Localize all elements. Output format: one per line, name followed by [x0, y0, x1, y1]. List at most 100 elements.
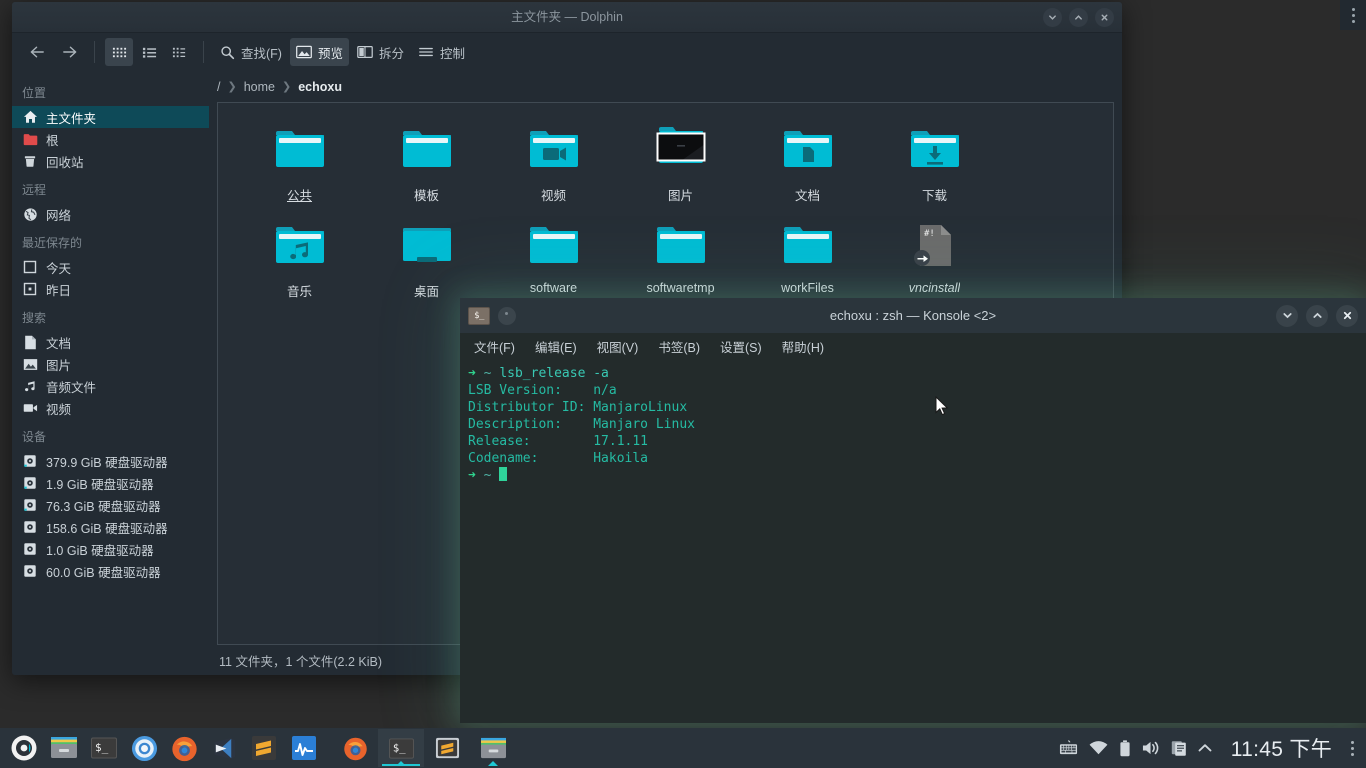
sublime-icon[interactable]: [244, 728, 284, 768]
dolphin-minimize-button[interactable]: [1043, 8, 1062, 27]
file-item-public[interactable]: 公共: [236, 117, 363, 213]
chevron-right-icon: ❯: [281, 81, 292, 93]
konsole-titlebar[interactable]: $_ echoxu : zsh — Konsole <2>: [460, 298, 1366, 333]
task-manager[interactable]: $_: [332, 729, 516, 767]
dolphin-close-button[interactable]: [1095, 8, 1114, 27]
preview-button[interactable]: 预览: [289, 38, 349, 66]
clock[interactable]: 11:45 下午: [1231, 733, 1332, 763]
shell-script-symlink-icon: #!: [903, 217, 967, 275]
file-item-workfiles[interactable]: workFiles: [744, 213, 871, 309]
vscode-icon[interactable]: [204, 728, 244, 768]
file-grid[interactable]: 公共 模板 视频 图片 文档 下载 音乐 桌面 software softwar…: [218, 103, 1113, 309]
manjaro-menu-icon[interactable]: [4, 728, 44, 768]
breadcrumb-current[interactable]: echoxu: [298, 80, 342, 94]
sidebar-item-audio[interactable]: 音频文件: [12, 375, 209, 397]
menu-edit[interactable]: 编辑(E): [525, 335, 587, 358]
sidebar-item-drive-1[interactable]: 1.9 GiB 硬盘驱动器: [12, 472, 209, 494]
task-sublime[interactable]: [424, 729, 470, 767]
monitor-icon[interactable]: [284, 728, 324, 768]
battery-icon[interactable]: [1119, 739, 1131, 757]
sidebar-item-drive-4[interactable]: 1.0 GiB 硬盘驱动器: [12, 538, 209, 560]
menu-help[interactable]: 帮助(H): [772, 335, 834, 358]
sidebar-item-label: 1.0 GiB 硬盘驱动器: [46, 543, 154, 558]
red-folder-icon: [22, 131, 38, 147]
file-label: software: [529, 281, 578, 295]
konsole-maximize-button[interactable]: [1306, 304, 1328, 327]
file-item-videos[interactable]: 视频: [490, 117, 617, 213]
konsole-menubar[interactable]: 文件(F) 编辑(E) 视图(V) 书签(B) 设置(S) 帮助(H): [460, 333, 1366, 359]
sidebar-item-drive-0[interactable]: 379.9 GiB 硬盘驱动器: [12, 450, 209, 472]
details-view-button[interactable]: [135, 38, 163, 66]
wifi-icon[interactable]: [1089, 740, 1108, 756]
chromium-icon[interactable]: [124, 728, 164, 768]
sidebar-item-today[interactable]: 今天: [12, 256, 209, 278]
sidebar-item-label: 图片: [46, 358, 72, 373]
launcher-area[interactable]: $_: [0, 728, 324, 768]
file-item-vncinstall[interactable]: #! vncinstall: [871, 213, 998, 309]
konsole-window[interactable]: $_ echoxu : zsh — Konsole <2> 文件(F) 编辑(E…: [460, 298, 1366, 723]
sidebar-item-network[interactable]: 网络: [12, 203, 209, 225]
clipboard-icon[interactable]: [1171, 740, 1187, 757]
folder-icon: [395, 121, 459, 179]
dolphin-titlebar[interactable]: 主文件夹 — Dolphin: [12, 2, 1122, 33]
file-item-templates[interactable]: 模板: [363, 117, 490, 213]
compact-view-button[interactable]: [165, 38, 193, 66]
menu-view[interactable]: 视图(V): [587, 335, 649, 358]
panel-kebab-icon[interactable]: [1347, 740, 1358, 756]
firefox-icon[interactable]: [164, 728, 204, 768]
menu-settings[interactable]: 设置(S): [710, 335, 772, 358]
file-item-software[interactable]: software: [490, 213, 617, 309]
control-button[interactable]: 控制: [412, 38, 471, 66]
dolphin-maximize-button[interactable]: [1069, 8, 1088, 27]
show-hidden-arrow-icon[interactable]: [1198, 743, 1212, 753]
keyboard-icon[interactable]: [1059, 740, 1078, 756]
breadcrumb-root[interactable]: /: [217, 80, 220, 94]
task-dolphin[interactable]: [470, 729, 516, 767]
volume-icon[interactable]: [1142, 740, 1160, 756]
split-button[interactable]: 拆分: [351, 38, 410, 66]
sidebar-item-label: 今天: [46, 261, 72, 276]
file-item-documents[interactable]: 文档: [744, 117, 871, 213]
find-button[interactable]: 查找(F): [214, 38, 288, 66]
file-item-downloads[interactable]: 下载: [871, 117, 998, 213]
sidebar-item-yesterday[interactable]: 昨日: [12, 278, 209, 300]
file-item-pictures[interactable]: 图片: [617, 117, 744, 213]
konsole-close-button[interactable]: [1336, 304, 1358, 327]
desktop[interactable]: 主文件夹 — Dolphin 查找(F) 预览 拆分 控制 位置 主文件夹 根 …: [0, 0, 1366, 768]
dolphin-icon[interactable]: [44, 728, 84, 768]
file-item-music[interactable]: 音乐: [236, 213, 363, 309]
menu-bookmarks[interactable]: 书签(B): [648, 335, 710, 358]
konsole-icon[interactable]: $_: [84, 728, 124, 768]
file-item-desktop[interactable]: 桌面: [363, 213, 490, 309]
file-item-softwaretmp[interactable]: softwaretmp: [617, 213, 744, 309]
breadcrumb-item-home[interactable]: home: [244, 80, 275, 94]
sidebar-item-drive-3[interactable]: 158.6 GiB 硬盘驱动器: [12, 516, 209, 538]
task-konsole[interactable]: $_: [378, 729, 424, 767]
system-tray[interactable]: 11:45 下午: [1059, 733, 1366, 763]
icons-view-button[interactable]: [105, 38, 133, 66]
terminal-output[interactable]: ➜ ~ lsb_release -a LSB Version: n/a Dist…: [460, 359, 1366, 723]
sidebar-item-pictures[interactable]: 图片: [12, 353, 209, 375]
sidebar-item-root[interactable]: 根: [12, 128, 209, 150]
dolphin-toolbar[interactable]: 查找(F) 预览 拆分 控制: [12, 33, 1122, 71]
sidebar-item-drive-2[interactable]: 76.3 GiB 硬盘驱动器: [12, 494, 209, 516]
forward-button[interactable]: [54, 38, 84, 66]
places-sidebar[interactable]: 位置 主文件夹 根 回收站 远程 网络 最近保存的 今天 昨日 搜索 文档 图片…: [12, 71, 209, 675]
file-label: 文档: [794, 189, 820, 203]
sidebar-item-trash[interactable]: 回收站: [12, 150, 209, 172]
sidebar-item-videos[interactable]: 视频: [12, 397, 209, 419]
find-label: 查找(F): [241, 46, 282, 61]
sidebar-item-documents[interactable]: 文档: [12, 331, 209, 353]
konsole-minimize-button[interactable]: [1276, 304, 1298, 327]
sidebar-item-label: 主文件夹: [46, 111, 97, 126]
back-button[interactable]: [22, 38, 52, 66]
kebab-dot: [1351, 13, 1355, 17]
sidebar-item-home[interactable]: 主文件夹: [12, 106, 209, 128]
taskbar-panel[interactable]: $_ $_ 11:45 下午: [0, 728, 1366, 768]
hamburger-icon: [419, 47, 433, 57]
breadcrumb[interactable]: / ❯ home ❯ echoxu: [209, 71, 1122, 102]
desktop-toolbox-button[interactable]: [1340, 0, 1366, 30]
menu-file[interactable]: 文件(F): [464, 335, 525, 358]
task-firefox[interactable]: [332, 729, 378, 767]
sidebar-item-drive-5[interactable]: 60.0 GiB 硬盘驱动器: [12, 560, 209, 582]
